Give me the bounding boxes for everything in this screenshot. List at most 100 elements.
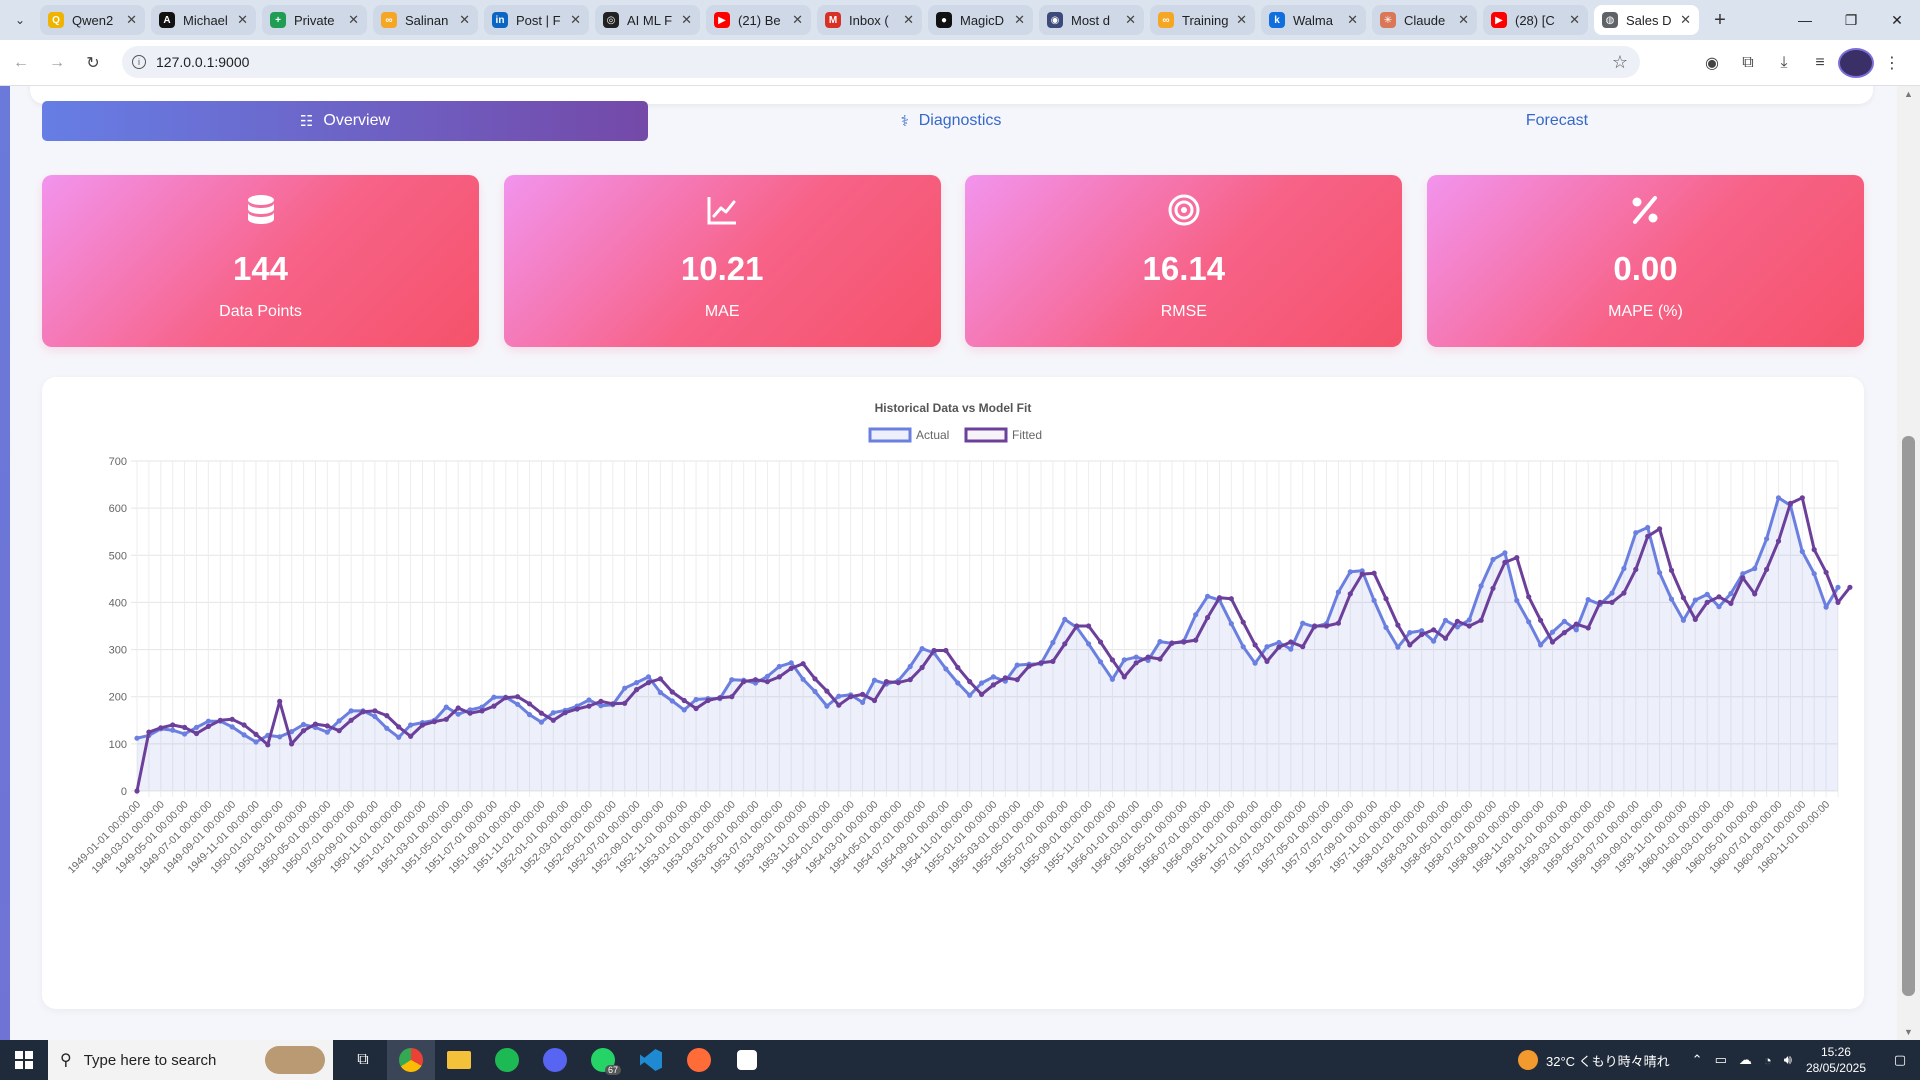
data-point-actual: [1157, 639, 1163, 645]
tab-close-icon[interactable]: ✕: [1125, 12, 1136, 28]
extensions-puzzle-icon[interactable]: ⧉: [1730, 48, 1766, 78]
network-icon[interactable]: ◔: [1764, 1053, 1772, 1068]
tab-close-icon[interactable]: ✕: [681, 12, 692, 28]
minimize-icon[interactable]: —: [1782, 0, 1828, 40]
close-window-icon[interactable]: ✕: [1874, 0, 1920, 40]
data-point-actual: [645, 674, 652, 680]
discord-icon[interactable]: [531, 1040, 579, 1080]
data-point-fitted: [336, 728, 342, 734]
browser-tab[interactable]: ∞ Salinan ✕: [373, 5, 478, 35]
browser-tab[interactable]: ▶ (28) [C ✕: [1483, 5, 1588, 35]
tab-close-icon[interactable]: ✕: [1014, 12, 1025, 28]
whatsapp-icon[interactable]: 67: [579, 1040, 627, 1080]
data-point-actual: [681, 707, 687, 713]
page-scrollbar[interactable]: ▲ ▼: [1897, 86, 1920, 1040]
more-menu-icon[interactable]: ⋮: [1874, 48, 1910, 78]
browser-tab[interactable]: + Private ✕: [262, 5, 367, 35]
data-point-actual: [1395, 644, 1401, 650]
y-tick-label: 200: [109, 692, 127, 704]
tab-close-icon[interactable]: ✕: [903, 12, 914, 28]
extension-badge-icon[interactable]: ◉: [1694, 48, 1730, 78]
address-bar[interactable]: i 127.0.0.1:9000 ☆: [122, 46, 1640, 78]
browser-tab[interactable]: ◍ Sales D ✕: [1594, 5, 1699, 35]
task-view-icon[interactable]: ⧉: [339, 1040, 387, 1080]
profile-avatar[interactable]: [1838, 48, 1874, 78]
download-icon[interactable]: ⤓: [1766, 48, 1802, 78]
tab-close-icon[interactable]: ✕: [1458, 12, 1469, 28]
browser-tab[interactable]: ✳ Claude ✕: [1372, 5, 1477, 35]
data-point-fitted: [1002, 675, 1008, 681]
tab-close-icon[interactable]: ✕: [1236, 12, 1247, 28]
tab-title: Most d: [1071, 12, 1111, 28]
browser-tab[interactable]: ● MagicD ✕: [928, 5, 1033, 35]
site-info-icon[interactable]: i: [132, 55, 146, 69]
tab-close-icon[interactable]: ✕: [459, 12, 470, 28]
data-point-fitted: [1597, 599, 1603, 605]
terminal-app-icon[interactable]: [723, 1040, 771, 1080]
chrome-icon[interactable]: [387, 1040, 435, 1080]
data-point-actual: [182, 731, 188, 737]
browser-tab[interactable]: Q Qwen2 ✕: [40, 5, 145, 35]
data-point-fitted: [574, 706, 580, 712]
tab-close-icon[interactable]: ✕: [1569, 12, 1580, 28]
tab-forecast[interactable]: Forecast: [1254, 101, 1860, 141]
data-point-fitted: [1383, 596, 1389, 602]
browser-tab[interactable]: ▶ (21) Be ✕: [706, 5, 811, 35]
data-point-fitted: [622, 700, 628, 706]
windows-start-icon[interactable]: [0, 1040, 48, 1080]
notification-icon[interactable]: ▢: [1880, 1040, 1920, 1080]
browser-tab[interactable]: ◉ Most d ✕: [1039, 5, 1144, 35]
data-point-fitted: [1347, 591, 1353, 597]
spotify-icon[interactable]: [483, 1040, 531, 1080]
data-point-fitted: [860, 691, 866, 697]
onedrive-icon[interactable]: ☁: [1739, 1052, 1752, 1068]
data-point-fitted: [241, 722, 247, 728]
scrollbar-thumb[interactable]: [1902, 436, 1915, 996]
data-point-fitted: [1645, 533, 1651, 539]
search-icon: ⚲: [60, 1052, 72, 1069]
forward-icon[interactable]: →: [42, 48, 72, 78]
taskbar-search-box[interactable]: ⚲ Type here to search: [48, 1040, 333, 1080]
postman-icon[interactable]: [675, 1040, 723, 1080]
browser-tab[interactable]: k Walma ✕: [1261, 5, 1366, 35]
system-clock[interactable]: 15:26 28/05/2025: [1806, 1044, 1866, 1076]
restore-icon[interactable]: ❐: [1828, 0, 1874, 40]
vscode-icon[interactable]: [627, 1040, 675, 1080]
volume-icon[interactable]: 🔊︎: [1784, 1052, 1792, 1068]
scroll-down-arrow-icon[interactable]: ▼: [1897, 1024, 1920, 1040]
tab-close-icon[interactable]: ✕: [792, 12, 803, 28]
weather-widget[interactable]: 32°C くもり時々晴れ: [1518, 1050, 1670, 1070]
tray-monitor-icon[interactable]: ▭: [1715, 1052, 1727, 1068]
data-point-fitted: [1181, 639, 1187, 645]
browser-tab[interactable]: A Michael ✕: [151, 5, 256, 35]
chart-card: Historical Data vs Model Fit Actual Fitted…: [42, 377, 1864, 1009]
tab-close-icon[interactable]: ✕: [1347, 12, 1358, 28]
tab-close-icon[interactable]: ✕: [1680, 12, 1691, 28]
tray-chevron-icon[interactable]: ⌃: [1692, 1052, 1703, 1068]
bookmark-star-icon[interactable]: ☆: [1612, 52, 1628, 73]
reload-icon[interactable]: ↻: [78, 48, 108, 78]
data-point-fitted: [1680, 595, 1686, 601]
browser-tab[interactable]: ∞ Training ✕: [1150, 5, 1255, 35]
tab-search-chevron-icon[interactable]: ⌄: [0, 0, 40, 40]
new-tab-button[interactable]: +: [1705, 5, 1735, 35]
media-control-icon[interactable]: ≡: [1802, 48, 1838, 78]
tab-close-icon[interactable]: ✕: [348, 12, 359, 28]
data-point-fitted: [1454, 618, 1460, 624]
tab-diagnostics[interactable]: ⚕ Diagnostics: [648, 101, 1254, 141]
data-point-fitted: [1835, 599, 1841, 605]
back-icon[interactable]: ←: [6, 48, 36, 78]
windows-taskbar: ⚲ Type here to search ⧉ 67 32°C くもり時々晴れ …: [0, 1040, 1920, 1080]
data-point-actual: [1775, 495, 1782, 501]
scroll-up-arrow-icon[interactable]: ▲: [1897, 86, 1920, 102]
tab-close-icon[interactable]: ✕: [237, 12, 248, 28]
browser-tab[interactable]: M Inbox (✕: [817, 5, 922, 35]
tab-close-icon[interactable]: ✕: [570, 12, 581, 28]
browser-tab[interactable]: in Post | F ✕: [484, 5, 589, 35]
data-point-fitted: [1264, 658, 1270, 664]
tab-overview[interactable]: ☷ Overview: [42, 101, 648, 141]
browser-tab[interactable]: ◎ AI ML F ✕: [595, 5, 700, 35]
data-point-actual: [1133, 654, 1139, 660]
file-explorer-icon[interactable]: [435, 1040, 483, 1080]
tab-close-icon[interactable]: ✕: [126, 12, 137, 28]
